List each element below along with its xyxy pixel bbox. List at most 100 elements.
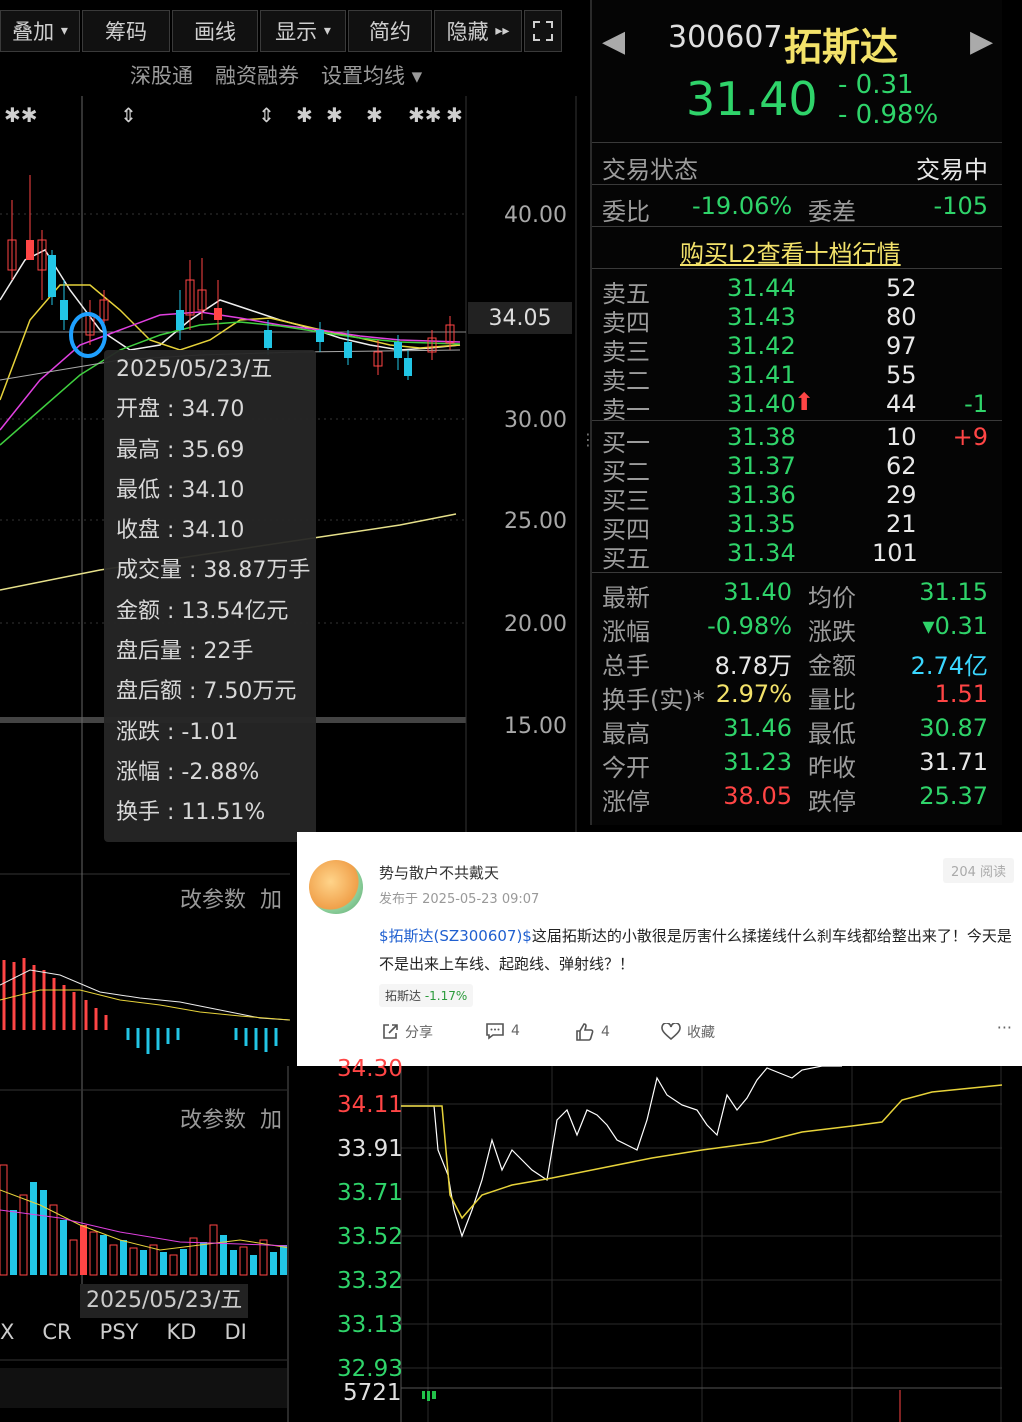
intraday-chart[interactable]: 34.30 34.11 33.91 33.71 33.52 33.32 33.1… bbox=[287, 1056, 1022, 1422]
hk-connect-link[interactable]: 深股通 bbox=[130, 60, 193, 94]
tooltip-line: 开盘 : 34.70 bbox=[116, 397, 245, 423]
bid-volume: 101 bbox=[872, 539, 918, 567]
tooltip-line: 换手 : 11.51% bbox=[116, 800, 266, 826]
social-post-card: 势与散户不共戴天 发布于 2025-05-23 09:07 204 阅读 $拓斯… bbox=[297, 832, 1022, 1066]
chart-toolbar: 叠加 ▾ 筹码 画线 显示 ▾ 简约 隐藏 ▸▸ bbox=[0, 10, 578, 54]
like-button[interactable]: 4 bbox=[575, 1022, 610, 1042]
tab-indicator[interactable]: X bbox=[0, 1320, 14, 1344]
stat-label: 涨跌 bbox=[808, 618, 856, 646]
indicator-tabs: X CR PSY KD DI bbox=[0, 1320, 290, 1344]
tooltip-line: 涨幅 : -2.88% bbox=[116, 759, 260, 785]
cursor-price-tag: 34.05 bbox=[468, 302, 572, 334]
post-time: 发布于 2025-05-23 09:07 bbox=[379, 892, 540, 907]
chips-button[interactable]: 筹码 bbox=[82, 10, 170, 52]
scrollbar[interactable] bbox=[0, 1368, 290, 1408]
price-level: 33.52 bbox=[337, 1224, 403, 1250]
event-marker: ✱ bbox=[366, 103, 383, 127]
stat-label: 最新 bbox=[602, 584, 650, 612]
tooltip-line: 最低 : 34.10 bbox=[116, 477, 245, 503]
stat-value: 2.97% bbox=[715, 680, 792, 708]
l2-purchase-link[interactable]: 购买L2查看十档行情 bbox=[680, 234, 901, 269]
tooltip-line: 金额 : 13.54亿元 bbox=[116, 598, 289, 624]
share-icon bbox=[383, 1024, 398, 1039]
tooltip-line: 盘后额 : 7.50万元 bbox=[116, 679, 297, 705]
post-author[interactable]: 势与散户不共戴天 bbox=[379, 862, 499, 883]
stat-value: 38.05 bbox=[723, 782, 792, 810]
ask-volume: 80 bbox=[886, 303, 917, 331]
ask-price: 31.44 bbox=[727, 274, 796, 302]
comment-button[interactable]: 4 bbox=[485, 1022, 520, 1040]
ask-price: 31.43 bbox=[727, 303, 796, 331]
next-stock-icon[interactable]: ▶ bbox=[970, 24, 993, 59]
bid-price: 31.36 bbox=[727, 481, 796, 509]
share-button[interactable]: 分享 bbox=[381, 1022, 433, 1042]
price-level: 33.13 bbox=[337, 1312, 403, 1338]
ask-change: -1 bbox=[964, 390, 988, 418]
ask-price: 31.41 bbox=[727, 361, 796, 389]
sub-links: 深股通 融资融券 设置均线 ▾ bbox=[130, 60, 422, 94]
stock-code: 300607 bbox=[668, 20, 783, 55]
ask-volume: 55 bbox=[886, 361, 917, 389]
tab-di[interactable]: DI bbox=[224, 1320, 246, 1344]
price-tick: 25.00 bbox=[504, 509, 567, 534]
double-arrow-right-icon: ▸▸ bbox=[495, 23, 510, 39]
price-level: 33.32 bbox=[337, 1268, 403, 1294]
chevron-down-icon: ▾ bbox=[323, 23, 331, 39]
tab-cr[interactable]: CR bbox=[42, 1320, 71, 1344]
stat-value: 31.23 bbox=[723, 748, 792, 776]
price-tick: 20.00 bbox=[504, 612, 567, 637]
stat-value: 31.71 bbox=[919, 748, 988, 776]
tab-kd[interactable]: KD bbox=[166, 1320, 196, 1344]
stat-label: 总手 bbox=[602, 652, 650, 680]
prev-stock-icon[interactable]: ◀ bbox=[602, 24, 625, 59]
overlay-button[interactable]: 叠加 ▾ bbox=[0, 10, 80, 52]
avatar[interactable] bbox=[309, 860, 363, 914]
ask-volume: 97 bbox=[886, 332, 917, 360]
stat-label: 金额 bbox=[808, 652, 856, 680]
more-options-icon[interactable]: ··· bbox=[997, 1018, 1012, 1037]
stat-label: 跌停 bbox=[808, 788, 856, 816]
bid-price: 31.37 bbox=[727, 452, 796, 480]
status-label: 交易状态 bbox=[602, 156, 698, 184]
stat-label: 涨停 bbox=[602, 788, 650, 816]
simple-button[interactable]: 简约 bbox=[348, 10, 432, 52]
display-button[interactable]: 显示 ▾ bbox=[260, 10, 346, 52]
price-level: 33.71 bbox=[337, 1180, 403, 1206]
stock-chip[interactable]: 拓斯达 -1.17% bbox=[379, 984, 474, 1007]
margin-trading-link[interactable]: 融资融券 bbox=[215, 60, 299, 94]
event-marker: ✱ bbox=[326, 103, 343, 127]
price-tick: 40.00 bbox=[504, 203, 567, 228]
event-marker: ✱✱ bbox=[408, 103, 442, 127]
heart-icon bbox=[661, 1023, 681, 1041]
stat-value: 30.87 bbox=[919, 714, 988, 742]
bid-price: 31.34 bbox=[727, 539, 796, 567]
event-marker: ⇕ bbox=[258, 103, 275, 127]
stat-label: 换手(实)* bbox=[602, 686, 705, 714]
param-label-1[interactable]: 改参数 加 bbox=[180, 882, 282, 914]
event-marker: ⇕ bbox=[120, 103, 137, 127]
draw-line-button[interactable]: 画线 bbox=[172, 10, 258, 52]
event-marker: ✱ bbox=[296, 103, 313, 127]
price-axis: 40.00 30.00 25.00 20.00 15.00 bbox=[504, 203, 567, 739]
bid-price: 31.35 bbox=[727, 510, 796, 538]
price-tick: 15.00 bbox=[504, 714, 567, 739]
favorite-button[interactable]: 收藏 bbox=[661, 1022, 715, 1042]
tooltip-date: 2025/05/23/五 bbox=[116, 357, 273, 382]
ma-settings-link[interactable]: 设置均线 ▾ bbox=[321, 60, 422, 94]
stat-label: 均价 bbox=[808, 584, 856, 612]
hide-button[interactable]: 隐藏 ▸▸ bbox=[434, 10, 522, 52]
tab-psy[interactable]: PSY bbox=[100, 1320, 139, 1344]
bid-price: 31.38 bbox=[727, 423, 796, 451]
stat-value: 31.15 bbox=[919, 578, 988, 606]
param-label-2[interactable]: 改参数 加 bbox=[180, 1102, 282, 1134]
quote-panel: ◀ 300607 拓斯达 ▶ 31.40 - 0.31 - 0.98% 交易状态… bbox=[590, 0, 1002, 825]
diff-label: 委差 bbox=[808, 198, 856, 226]
stock-tag-link[interactable]: $拓斯达(SZ300607)$ bbox=[379, 927, 532, 945]
stat-label: 昨收 bbox=[808, 754, 856, 782]
price-level: 34.30 bbox=[337, 1056, 403, 1082]
expand-button[interactable] bbox=[524, 10, 562, 52]
volume-bars bbox=[0, 1164, 287, 1276]
thumbs-up-icon bbox=[576, 1023, 594, 1041]
stat-label: 最低 bbox=[808, 720, 856, 748]
ask-price: 31.40 bbox=[727, 390, 796, 418]
